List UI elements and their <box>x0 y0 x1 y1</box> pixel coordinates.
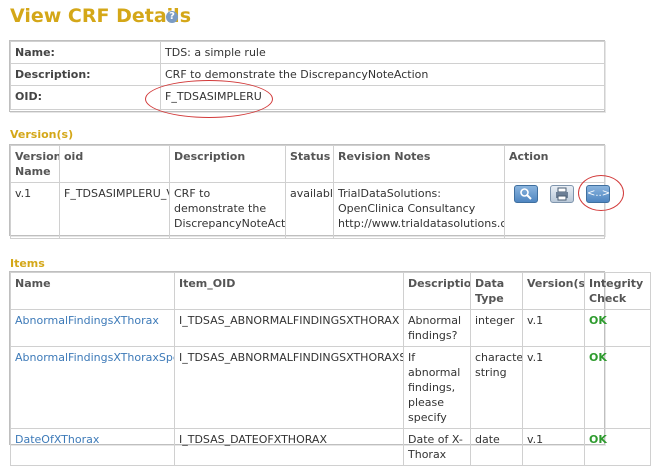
item-name-link[interactable]: AbnormalFindingsXThorax <box>15 314 159 327</box>
item-row: DateOfXThorax I_TDSAS_DATEOFXTHORAX Date… <box>10 428 651 466</box>
crf-name-label: Name: <box>10 41 161 64</box>
item-row: AbnormalFindingsXThoraxSpecify I_TDSAS_A… <box>10 346 651 429</box>
versions-panel: Version Name oid Description Status Revi… <box>9 144 610 239</box>
items-header-description: Description <box>403 272 471 310</box>
magnifier-icon <box>520 188 532 200</box>
item-oid-cell: I_TDSAS_DATEOFXTHORAX <box>174 428 404 466</box>
items-header-versions: Version(s) <box>522 272 585 310</box>
help-icon[interactable]: ? <box>166 11 178 23</box>
item-integrity-cell: OK <box>584 346 651 429</box>
item-description-cell: If abnormal findings, please specify <box>403 346 471 429</box>
items-section-label: Items <box>10 257 45 270</box>
item-versions-cell: v.1 <box>522 428 585 466</box>
item-name-link[interactable]: AbnormalFindingsXThoraxSpecify <box>15 351 174 364</box>
crf-details-table: Name: TDS: a simple rule Description: CR… <box>10 41 605 110</box>
item-name-cell: DateOfXThorax <box>10 428 175 466</box>
item-row: AbnormalFindingsXThorax I_TDSAS_ABNORMAL… <box>10 309 651 347</box>
versions-header-revision-notes: Revision Notes <box>333 145 505 183</box>
items-table: Name Item_OID Description Data Type Vers… <box>10 272 651 466</box>
crf-description-row: Description: CRF to demonstrate the Disc… <box>10 63 605 86</box>
items-header-data-type: Data Type <box>470 272 523 310</box>
version-name-cell: v.1 <box>10 182 60 239</box>
item-name-cell: AbnormalFindingsXThoraxSpecify <box>10 346 175 429</box>
versions-header-row: Version Name oid Description Status Revi… <box>10 145 605 183</box>
crf-name-row: Name: TDS: a simple rule <box>10 41 605 64</box>
crf-description-label: Description: <box>10 63 161 86</box>
version-description-cell: CRF to demonstrate the DiscrepancyNoteAc… <box>169 182 286 239</box>
versions-header-action: Action <box>504 145 605 183</box>
crf-name-value: TDS: a simple rule <box>160 41 605 64</box>
item-oid-cell: I_TDSAS_ABNORMALFINDINGSXTHORAX <box>174 309 404 347</box>
code-view-button[interactable]: <..> <box>586 185 610 203</box>
item-name-link[interactable]: DateOfXThorax <box>15 433 99 446</box>
crf-oid-value: F_TDSASIMPLERU <box>160 85 605 110</box>
versions-section-label: Version(s) <box>10 128 74 141</box>
item-data-type-cell: integer <box>470 309 523 347</box>
item-oid-cell: I_TDSAS_ABNORMALFINDINGSXTHORAXSPEC <box>174 346 404 429</box>
view-version-button[interactable] <box>514 185 538 203</box>
versions-header-version-name: Version Name <box>10 145 60 183</box>
page-title: View CRF Details <box>10 5 192 27</box>
item-versions-cell: v.1 <box>522 309 585 347</box>
item-description-cell: Abnormal findings? <box>403 309 471 347</box>
items-header-integrity-check: Integrity Check <box>584 272 651 310</box>
versions-header-description: Description <box>169 145 286 183</box>
version-revision-notes-cell: TrialDataSolutions: OpenClinica Consulta… <box>333 182 505 239</box>
code-icon: <..> <box>587 188 611 199</box>
item-data-type-cell: character string <box>470 346 523 429</box>
item-integrity-cell: OK <box>584 428 651 466</box>
crf-oid-row: OID: F_TDSASIMPLERU <box>10 85 605 110</box>
item-versions-cell: v.1 <box>522 346 585 429</box>
item-integrity-cell: OK <box>584 309 651 347</box>
item-data-type-cell: date <box>470 428 523 466</box>
version-status-cell: available <box>285 182 334 239</box>
item-description-cell: Date of X-Thorax <box>403 428 471 466</box>
print-version-button[interactable] <box>550 185 574 203</box>
version-oid-cell: F_TDSASIMPLERU_V1 <box>59 182 170 239</box>
crf-details-panel: Name: TDS: a simple rule Description: CR… <box>9 40 605 112</box>
items-header-row: Name Item_OID Description Data Type Vers… <box>10 272 651 310</box>
print-icon <box>556 187 568 201</box>
items-header-item-oid: Item_OID <box>174 272 404 310</box>
item-name-cell: AbnormalFindingsXThorax <box>10 309 175 347</box>
versions-header-oid: oid <box>59 145 170 183</box>
crf-description-value: CRF to demonstrate the DiscrepancyNoteAc… <box>160 63 605 86</box>
items-panel: Name Item_OID Description Data Type Vers… <box>9 271 651 466</box>
crf-oid-label: OID: <box>10 85 161 110</box>
items-header-name: Name <box>10 272 175 310</box>
versions-header-status: Status <box>285 145 334 183</box>
